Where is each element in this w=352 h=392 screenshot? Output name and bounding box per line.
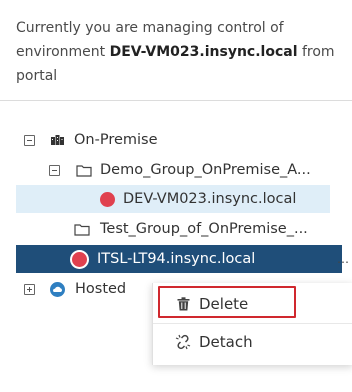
tree-node-hosted[interactable]: Hosted xyxy=(24,275,126,303)
tree-node-label: Hosted xyxy=(75,281,127,297)
notice-environment-name: DEV-VM023.insync.local xyxy=(109,44,298,60)
tree-node-label: Demo_Group_OnPremise_A... xyxy=(100,162,311,178)
tree-node-test-group[interactable]: Test_Group_of_OnPremise_... xyxy=(74,215,308,243)
environment-panel: Currently you are managing control of en… xyxy=(0,0,352,392)
building-icon xyxy=(50,134,65,146)
menu-separator xyxy=(153,323,352,324)
tree-node-on-premise[interactable]: On-Premise xyxy=(24,126,158,154)
collapse-icon[interactable] xyxy=(49,164,60,176)
tree-node-itsl[interactable]: ITSL-LT94.insync.local xyxy=(72,245,255,273)
tree-node-label: Test_Group_of_OnPremise_... xyxy=(100,221,308,237)
delete-highlight-box xyxy=(158,286,296,318)
divider xyxy=(0,100,352,101)
expand-icon[interactable] xyxy=(24,283,35,295)
collapse-icon[interactable] xyxy=(24,134,35,146)
detach-link-icon xyxy=(175,334,191,350)
cloud-icon xyxy=(50,281,65,297)
tree-node-demo-group[interactable]: Demo_Group_OnPremise_A... xyxy=(49,156,311,184)
folder-icon xyxy=(74,223,90,236)
folder-icon xyxy=(76,164,92,177)
more-options-icon[interactable]: ⋯ xyxy=(337,255,349,269)
managing-notice: Currently you are managing control of en… xyxy=(16,16,341,88)
detach-menu-item[interactable]: Detach xyxy=(153,325,352,359)
tree-node-label: On-Premise xyxy=(74,132,158,148)
tree-node-label: DEV-VM023.insync.local xyxy=(123,191,297,207)
tree-node-dev-vm[interactable]: DEV-VM023.insync.local xyxy=(100,185,296,213)
offline-status-icon xyxy=(72,251,87,267)
menu-item-label: Detach xyxy=(199,333,253,351)
tree-node-label: ITSL-LT94.insync.local xyxy=(97,251,256,267)
offline-status-icon xyxy=(100,191,115,207)
